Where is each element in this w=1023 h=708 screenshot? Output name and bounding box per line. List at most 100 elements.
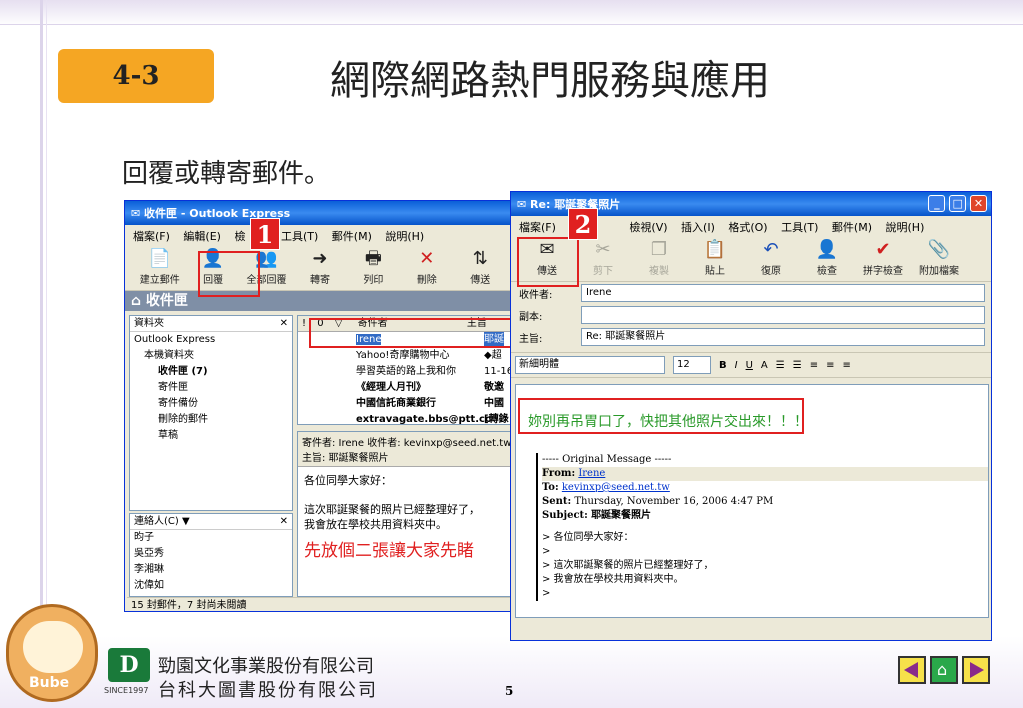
orig-subject-line: Subject: 耶誕聚餐照片 bbox=[542, 509, 988, 523]
folder-header-label: 收件匣 bbox=[145, 293, 188, 309]
message-row[interactable]: Yahoo!奇摩購物中心 ◆超 bbox=[298, 348, 515, 364]
menu-message[interactable]: 郵件(M) bbox=[332, 230, 372, 243]
page-number: 5 bbox=[505, 684, 514, 698]
contact-item[interactable]: 沈偉如 bbox=[130, 578, 292, 594]
print-label: 列印 bbox=[363, 275, 384, 286]
contact-item[interactable]: 吳亞秀 bbox=[130, 546, 292, 562]
reply-menu-format[interactable]: 格式(O) bbox=[728, 221, 767, 234]
cut-button[interactable]: ✂ 剪下 bbox=[575, 238, 631, 279]
print-button[interactable]: 🖶 列印 bbox=[347, 247, 400, 288]
align-left-icon[interactable]: ≡ bbox=[810, 360, 818, 371]
triangle-right-icon bbox=[970, 662, 984, 678]
quoted-line: > bbox=[542, 588, 551, 599]
forward-label: 轉寄 bbox=[309, 275, 330, 286]
prev-slide-button[interactable] bbox=[898, 656, 926, 684]
message-row[interactable]: 《經理人月刊》 敬邀 bbox=[298, 380, 515, 396]
copy-button[interactable]: ❐ 複製 bbox=[631, 238, 687, 279]
delete-button[interactable]: ✕ 刪除 bbox=[400, 247, 453, 288]
font-select[interactable]: 新細明體 bbox=[515, 356, 665, 374]
outlook-window: ✉ 收件匣 - Outlook Express 檔案(F) 編輯(E) 檢 工具… bbox=[124, 200, 516, 612]
numbered-list-icon[interactable]: ☰ bbox=[776, 360, 785, 371]
send-receive-icon: ⇅ bbox=[472, 248, 488, 269]
window-controls: _ □ ✕ bbox=[928, 195, 987, 212]
menu-view[interactable]: 檢 bbox=[234, 230, 245, 243]
reply-menu-message[interactable]: 郵件(M) bbox=[832, 221, 872, 234]
folder-inbox[interactable]: 收件匣 (7) bbox=[130, 364, 292, 380]
close-button[interactable]: ✕ bbox=[970, 195, 987, 212]
message-subject: ◆超 bbox=[484, 350, 502, 361]
folder-drafts[interactable]: 草稿 bbox=[130, 428, 292, 444]
create-mail-button[interactable]: 📄 建立郵件 bbox=[133, 247, 186, 288]
forward-button[interactable]: ➜ 轉寄 bbox=[293, 247, 346, 288]
spelling-button[interactable]: ✔ 拼字檢查 bbox=[855, 238, 911, 279]
minimize-button[interactable]: _ bbox=[928, 195, 946, 212]
underline-icon[interactable]: U bbox=[746, 360, 753, 371]
top-rule bbox=[0, 24, 1023, 25]
bullet-list-icon[interactable]: ☰ bbox=[793, 360, 802, 371]
attach-button[interactable]: 📎 附加檔案 bbox=[911, 238, 967, 279]
reply-button-highlight bbox=[198, 251, 260, 297]
contacts-pane: 連絡人(C) ▼ ✕ 昀子 吳亞秀 李湘琳 沈偉如 bbox=[129, 513, 293, 597]
contact-item[interactable]: 李湘琳 bbox=[130, 562, 292, 578]
message-row[interactable]: 中國信託商業銀行 中國 bbox=[298, 396, 515, 412]
check-names-button[interactable]: 👤 檢查 bbox=[799, 238, 855, 279]
contacts-title[interactable]: 連絡人(C) ▼ ✕ bbox=[130, 514, 292, 530]
send-receive-label: 傳送 bbox=[470, 275, 491, 286]
menu-help[interactable]: 說明(H) bbox=[385, 230, 424, 243]
cc-label[interactable]: 副本: bbox=[519, 308, 581, 323]
maximize-button[interactable]: □ bbox=[949, 195, 967, 212]
subject-input[interactable]: Re: 耶誕聚餐照片 bbox=[581, 328, 985, 346]
reply-menu-file[interactable]: 檔案(F) bbox=[519, 221, 556, 234]
send-button-highlight bbox=[517, 237, 579, 287]
menu-file[interactable]: 檔案(F) bbox=[133, 230, 170, 243]
copy-icon: ❐ bbox=[650, 239, 668, 260]
col-priority[interactable]: ! bbox=[302, 318, 306, 329]
font-size-select[interactable]: 12 bbox=[673, 356, 711, 374]
undo-button[interactable]: ↶ 復原 bbox=[743, 238, 799, 279]
reply-menu-help[interactable]: 說明(H) bbox=[886, 221, 925, 234]
align-right-icon[interactable]: ≡ bbox=[842, 360, 850, 371]
folder-local[interactable]: 本機資料夾 bbox=[130, 348, 292, 364]
orig-sent: Thursday, November 16, 2006 4:47 PM bbox=[574, 496, 774, 507]
send-receive-button[interactable]: ⇅ 傳送 bbox=[454, 247, 507, 288]
menu-tools[interactable]: 工具(T) bbox=[281, 230, 318, 243]
next-slide-button[interactable] bbox=[962, 656, 990, 684]
message-subject: 敬邀 bbox=[484, 382, 504, 393]
menu-edit[interactable]: 編輯(E) bbox=[183, 230, 221, 243]
orig-sent-line: Sent: Thursday, November 16, 2006 4:47 P… bbox=[542, 495, 988, 509]
check-names-label: 檢查 bbox=[817, 266, 837, 277]
cc-input[interactable] bbox=[581, 306, 985, 324]
reply-menu-view[interactable]: 檢視(V) bbox=[629, 221, 667, 234]
contact-item[interactable]: 昀子 bbox=[130, 530, 292, 546]
to-input[interactable]: Irene bbox=[581, 284, 985, 302]
message-row[interactable]: 學習英語的路上我和你 11-16 bbox=[298, 364, 515, 380]
outlook-toolbar: 📄 建立郵件 👤 回覆 👥 全部回覆 ➜ 轉寄 🖶 列印 ✕ 刪除 ⇅ 傳送 bbox=[125, 245, 515, 291]
message-row[interactable]: extravagate.bbs@ptt.cc [轉錄 bbox=[298, 412, 515, 424]
reply-toolbar: ✉ 傳送 ✂ 剪下 ❐ 複製 📋 貼上 ↶ 復原 👤 檢查 ✔ 拼字檢查 📎 附加檔案 bbox=[511, 236, 991, 282]
folder-outlook-express[interactable]: Outlook Express bbox=[130, 332, 292, 348]
orig-from-link[interactable]: Irene bbox=[578, 468, 605, 479]
to-label[interactable]: 收件者: bbox=[519, 286, 581, 301]
forward-icon: ➜ bbox=[312, 248, 328, 269]
reply-menu-tools[interactable]: 工具(T) bbox=[781, 221, 818, 234]
folder-deleted[interactable]: 刪除的郵件 bbox=[130, 412, 292, 428]
company-name-2: 台科大圖書股份有限公司 bbox=[158, 680, 378, 701]
folder-sent[interactable]: 寄件備份 bbox=[130, 396, 292, 412]
home-button[interactable]: ⌂ bbox=[930, 656, 958, 684]
align-center-icon[interactable]: ≡ bbox=[826, 360, 834, 371]
bold-icon[interactable]: B bbox=[719, 360, 727, 371]
reply-menu-insert[interactable]: 插入(I) bbox=[681, 221, 715, 234]
section-number: 4-3 bbox=[58, 49, 214, 103]
copy-label: 複製 bbox=[649, 266, 669, 277]
paste-button[interactable]: 📋 貼上 bbox=[687, 238, 743, 279]
contacts-close-icon[interactable]: ✕ bbox=[280, 514, 292, 529]
folder-outbox[interactable]: 寄件匣 bbox=[130, 380, 292, 396]
new-mail-icon: 📄 bbox=[148, 248, 171, 269]
italic-icon[interactable]: I bbox=[735, 360, 738, 371]
original-header: ----- Original Message ----- bbox=[542, 454, 672, 465]
outlook-menu-bar: 檔案(F) 編輯(E) 檢 工具(T) 郵件(M) 說明(H) bbox=[125, 225, 515, 245]
orig-to-link[interactable]: kevinxp@seed.net.tw bbox=[562, 482, 670, 493]
paste-label: 貼上 bbox=[705, 266, 725, 277]
close-icon[interactable]: ✕ bbox=[280, 316, 292, 331]
font-color-icon[interactable]: A bbox=[761, 360, 768, 371]
